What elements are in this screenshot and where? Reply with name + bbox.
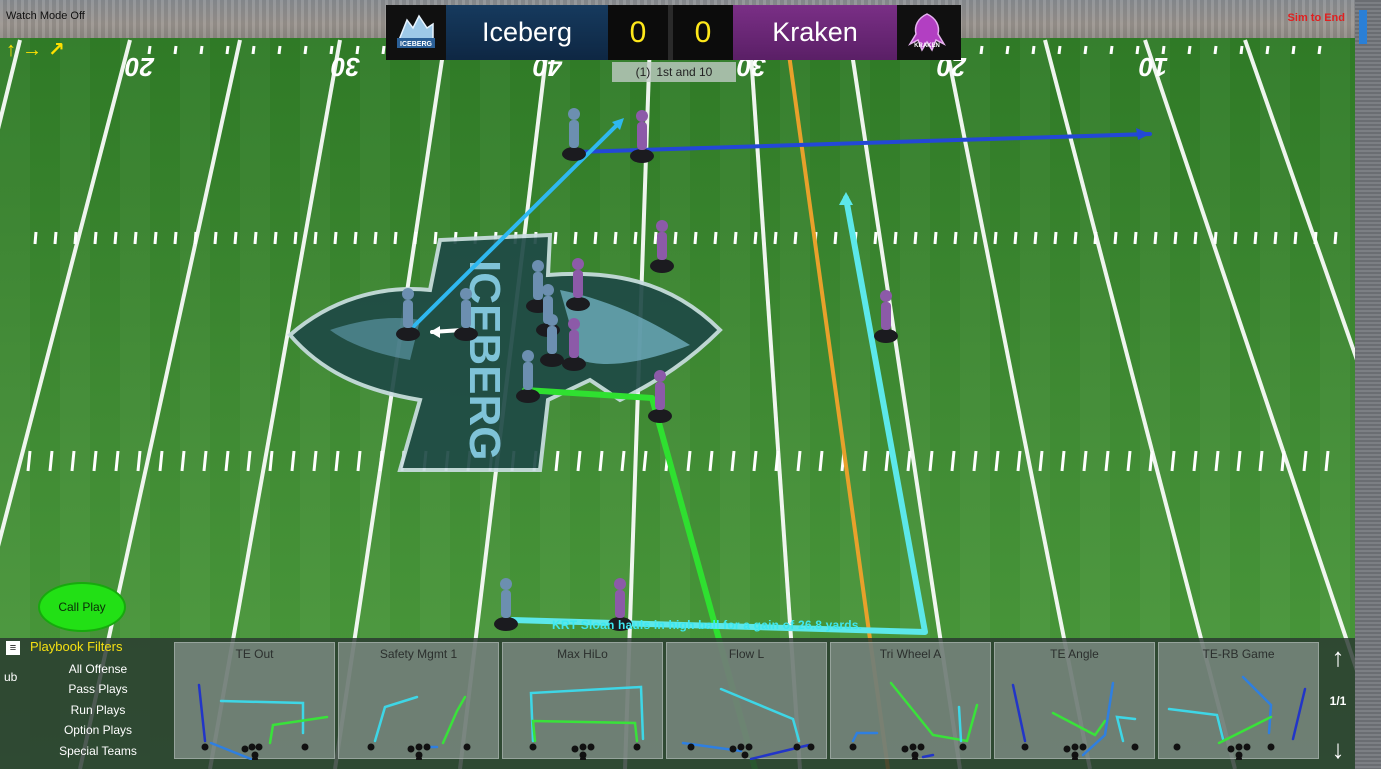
home-team-name: Iceberg (446, 5, 608, 60)
watch-mode-toggle[interactable]: Watch Mode Off (6, 10, 85, 22)
play-card-te-out[interactable]: TE Out (174, 642, 335, 760)
play-card-max-hilo[interactable]: Max HiLo (502, 642, 663, 760)
filter-option-plays[interactable]: Option Plays (28, 723, 168, 743)
window-edge-accent (1359, 10, 1367, 44)
playbook-filter-list: All Offense Pass Plays Run Plays Option … (28, 662, 168, 764)
playbook-filters-title: Playbook Filters (30, 639, 123, 654)
direction-arrows: ↑ → ↗ (6, 40, 65, 62)
play-card-title: Flow L (728, 647, 765, 661)
arrow-right-icon: → (22, 39, 42, 61)
home-logo-text: ICEBERG (400, 41, 432, 48)
arrow-diagonal-icon: ↗ (48, 39, 65, 61)
kraken-logo-icon: KRAKEN (908, 12, 946, 52)
play-card-te-angle[interactable]: TE Angle (994, 642, 1155, 760)
home-team-logo: ICEBERG (386, 5, 446, 60)
play-card-safety-mgmt-1[interactable]: Safety Mgmt 1 (338, 642, 499, 760)
away-team-name: Kraken (733, 5, 897, 60)
play-card-tri-wheel-a[interactable]: Tri Wheel A (830, 642, 991, 760)
play-diagram (681, 687, 815, 760)
down-and-distance: (1) 1st and 10 (612, 62, 736, 82)
play-card-title: Tri Wheel A (879, 647, 942, 661)
scoreboard: ICEBERG Iceberg 0 0 Kraken KRAKEN (386, 5, 961, 60)
play-card-title: TE Angle (1050, 647, 1099, 661)
filter-all-offense[interactable]: All Offense (28, 662, 168, 682)
play-diagram (849, 681, 979, 760)
yard-number: 10 (1139, 52, 1168, 82)
sim-to-end-button[interactable]: Sim to End (1288, 12, 1345, 24)
filter-special-teams[interactable]: Special Teams (28, 744, 168, 764)
play-card-flow-l[interactable]: Flow L (666, 642, 827, 760)
play-card-te-rb-game[interactable]: TE-RB Game (1158, 642, 1319, 760)
yard-number: 20 (125, 52, 155, 82)
away-team-logo: KRAKEN (897, 5, 957, 60)
page-indicator: 1/1 (1329, 694, 1347, 708)
play-diagram (1011, 681, 1139, 760)
away-score: 0 (673, 5, 733, 60)
call-play-button[interactable]: Call Play (38, 582, 126, 632)
page-up-button[interactable]: ↑ (1325, 644, 1351, 670)
play-card-title: TE Out (235, 647, 274, 661)
game-viewport: 20 30 40 30 20 10 ICEBERG Watch Mode Off… (0, 0, 1381, 769)
away-logo-text: KRAKEN (914, 43, 940, 49)
play-card-title: Safety Mgmt 1 (379, 647, 458, 661)
iceberg-logo-icon: ICEBERG (397, 14, 435, 48)
play-cards: TE Out Safety Mgmt 1 Max HiLo Flow L Tri… (174, 642, 1319, 760)
play-diagram (197, 683, 329, 760)
play-diagram (529, 685, 645, 760)
arrow-up-icon: ↑ (6, 39, 16, 61)
sub-label: ub (4, 670, 18, 684)
yard-number: 30 (331, 52, 360, 82)
down-count: (1) (635, 65, 651, 79)
play-card-title: Max HiLo (557, 647, 608, 661)
play-result-text: KRT Sloan hauls in high ball for a gain … (552, 618, 863, 632)
play-diagram (367, 695, 471, 760)
home-score: 0 (608, 5, 668, 60)
play-diagram (1167, 675, 1307, 760)
down-text: 1st and 10 (656, 65, 713, 79)
filter-run-plays[interactable]: Run Plays (28, 703, 168, 723)
page-down-button[interactable]: ↓ (1325, 736, 1351, 762)
window-edge (1355, 0, 1381, 769)
play-card-title: TE-RB Game (1202, 647, 1275, 661)
filter-pass-plays[interactable]: Pass Plays (28, 682, 168, 702)
menu-icon[interactable]: ≡ (6, 641, 20, 655)
